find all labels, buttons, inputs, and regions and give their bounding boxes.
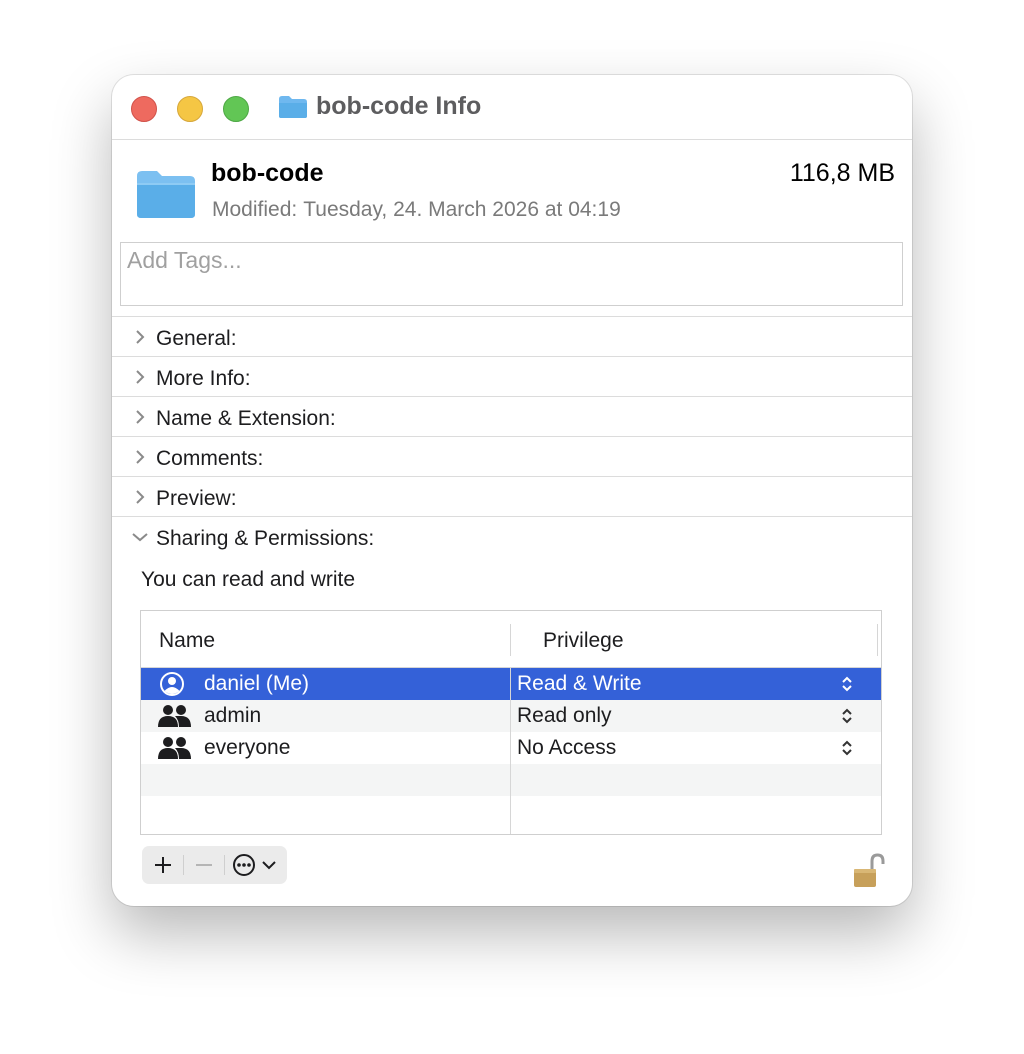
row-name: admin — [204, 704, 262, 727]
ellipsis-circle-icon[interactable] — [232, 846, 282, 884]
section-label: Preview: — [156, 487, 237, 510]
column-divider-line — [510, 667, 511, 834]
chevron-right-icon — [134, 487, 146, 512]
stepper-icon[interactable] — [841, 739, 853, 762]
section-sharing-permissions[interactable]: Sharing & Permissions: — [112, 516, 912, 557]
empty-row — [141, 796, 881, 828]
column-header-privilege[interactable]: Privilege — [543, 629, 624, 653]
zoom-button[interactable] — [223, 96, 249, 122]
section-general[interactable]: General: — [112, 316, 912, 357]
minus-icon[interactable] — [191, 846, 217, 884]
tags-field[interactable]: Add Tags... — [120, 242, 903, 306]
permission-summary: You can read and write — [141, 568, 356, 591]
section-label: Name & Extension: — [156, 407, 336, 430]
toolbar-divider — [224, 855, 225, 875]
permissions-table: Name Privilege daniel (Me) Read & Write — [140, 610, 882, 835]
file-size: 116,8 MB — [789, 159, 895, 187]
close-button[interactable] — [131, 96, 157, 122]
folder-icon — [135, 168, 197, 225]
group-icon — [157, 735, 191, 766]
section-preview[interactable]: Preview: — [112, 476, 912, 517]
plus-icon[interactable] — [150, 846, 176, 884]
title-bar: bob-code Info — [112, 75, 912, 140]
chevron-down-icon — [130, 527, 150, 552]
chevron-right-icon — [134, 407, 146, 432]
privilege-select[interactable]: Read only — [517, 704, 612, 728]
stepper-icon[interactable] — [841, 707, 853, 730]
section-label: Sharing & Permissions: — [156, 527, 375, 550]
chevron-right-icon — [134, 447, 146, 472]
section-label: Comments: — [156, 447, 264, 470]
person-circle-icon — [157, 671, 187, 702]
table-header: Name Privilege — [141, 611, 881, 668]
modified-label: Modified: — [212, 198, 298, 221]
column-divider[interactable] — [510, 624, 511, 656]
section-comments[interactable]: Comments: — [112, 436, 912, 477]
folder-icon — [278, 95, 308, 124]
toolbar-divider — [183, 855, 184, 875]
table-row[interactable]: everyone No Access — [141, 732, 881, 764]
column-header-name[interactable]: Name — [159, 629, 215, 653]
empty-row — [141, 764, 881, 796]
modified-value: Tuesday, 24. March 2026 at 04:19 — [303, 198, 621, 221]
file-name: bob-code — [211, 159, 324, 187]
privilege-select[interactable]: Read & Write — [517, 672, 642, 696]
stepper-icon[interactable] — [841, 675, 853, 698]
row-name: everyone — [204, 736, 291, 759]
section-label: General: — [156, 327, 237, 350]
table-row[interactable]: admin Read only — [141, 700, 881, 732]
section-name-extension[interactable]: Name & Extension: — [112, 396, 912, 437]
tags-placeholder: Add Tags... — [127, 247, 242, 273]
modified-info: Modified: Tuesday, 24. March 2026 at 04:1… — [212, 198, 621, 222]
chevron-right-icon — [134, 367, 146, 392]
privilege-select[interactable]: No Access — [517, 736, 616, 760]
section-more-info[interactable]: More Info: — [112, 356, 912, 397]
info-window: bob-code Info bob-code 116,8 MB Modified… — [112, 75, 912, 906]
column-divider[interactable] — [877, 624, 878, 656]
permissions-toolbar — [142, 846, 287, 884]
group-icon — [157, 703, 191, 734]
section-label: More Info: — [156, 367, 251, 390]
window-title: bob-code Info — [316, 92, 482, 120]
table-row[interactable]: daniel (Me) Read & Write — [141, 668, 881, 700]
unlocked-lock-icon[interactable] — [852, 853, 886, 894]
minimize-button[interactable] — [177, 96, 203, 122]
row-name: daniel (Me) — [204, 672, 310, 695]
chevron-right-icon — [134, 327, 146, 352]
